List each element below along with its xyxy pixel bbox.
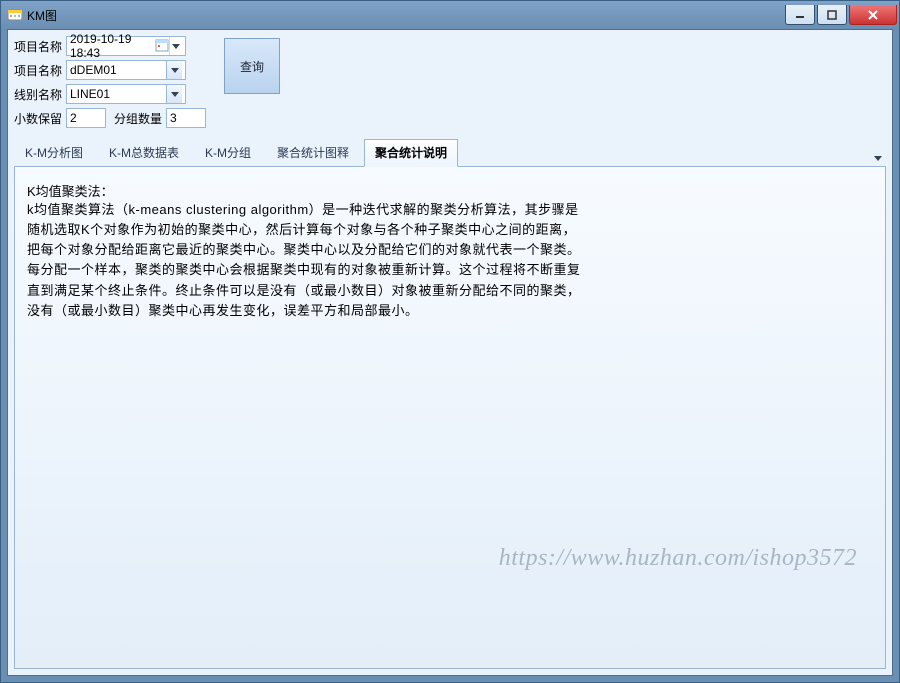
tab-km-group[interactable]: K-M分组 <box>194 139 262 166</box>
watermark: https://www.huzhan.com/ishop3572 <box>499 545 857 572</box>
app-icon <box>7 7 23 23</box>
input-decimals[interactable] <box>66 108 106 128</box>
label-decimals: 小数保留 <box>14 110 66 127</box>
titlebar[interactable]: KM图 <box>1 1 899 29</box>
row-project-name: 项目名称 dDEM01 <box>14 60 206 80</box>
label-project-name: 项目名称 <box>14 62 66 79</box>
desc-title: K均值聚类法： <box>27 181 873 200</box>
combo-line-value: LINE01 <box>70 87 110 101</box>
tab-km-total-table[interactable]: K-M总数据表 <box>98 139 190 166</box>
input-groups[interactable] <box>166 108 206 128</box>
date-dropdown-icon[interactable] <box>169 37 182 55</box>
date-value: 2019-10-19 18:43 <box>70 32 155 60</box>
row-line-name: 线别名称 LINE01 <box>14 84 206 104</box>
tab-km-chart[interactable]: K-M分析图 <box>14 139 94 166</box>
combo-project-value: dDEM01 <box>70 63 117 77</box>
label-groups: 分组数量 <box>114 110 166 127</box>
combo-line-dropdown-icon[interactable] <box>166 85 182 103</box>
query-button[interactable]: 查询 <box>224 38 280 94</box>
maximize-button[interactable] <box>817 5 847 25</box>
combo-project-dropdown-icon[interactable] <box>166 61 182 79</box>
tabstrip-chevron-icon[interactable] <box>870 150 886 166</box>
client-area: 项目名称 2019-10-19 18:43 项目名称 dDEM01 <box>7 29 893 676</box>
date-picker[interactable]: 2019-10-19 18:43 <box>66 36 186 56</box>
minimize-button[interactable] <box>785 5 815 25</box>
window-buttons <box>783 5 897 25</box>
tab-agg-chart[interactable]: 聚合统计图释 <box>266 139 360 166</box>
form-area: 项目名称 2019-10-19 18:43 项目名称 dDEM01 <box>14 36 886 132</box>
tab-agg-desc[interactable]: 聚合统计说明 <box>364 139 458 167</box>
app-window: KM图 项目名称 2019-10-19 18:43 <box>0 0 900 683</box>
form-left: 项目名称 2019-10-19 18:43 项目名称 dDEM01 <box>14 36 206 132</box>
window-title: KM图 <box>27 7 783 24</box>
combo-project[interactable]: dDEM01 <box>66 60 186 80</box>
desc-body: k均值聚类算法（k-means clustering algorithm）是一种… <box>27 200 587 321</box>
query-button-label: 查询 <box>240 58 264 75</box>
label-line-name: 线别名称 <box>14 86 66 103</box>
row-numbers: 小数保留 分组数量 <box>14 108 206 128</box>
tabpage-agg-desc: K均值聚类法： k均值聚类算法（k-means clustering algor… <box>14 166 886 669</box>
row-project-date: 项目名称 2019-10-19 18:43 <box>14 36 206 56</box>
close-button[interactable] <box>849 5 897 25</box>
combo-line[interactable]: LINE01 <box>66 84 186 104</box>
calendar-icon[interactable] <box>155 38 169 54</box>
label-project-date: 项目名称 <box>14 38 66 55</box>
tabstrip: K-M分析图 K-M总数据表 K-M分组 聚合统计图释 聚合统计说明 <box>14 138 886 166</box>
